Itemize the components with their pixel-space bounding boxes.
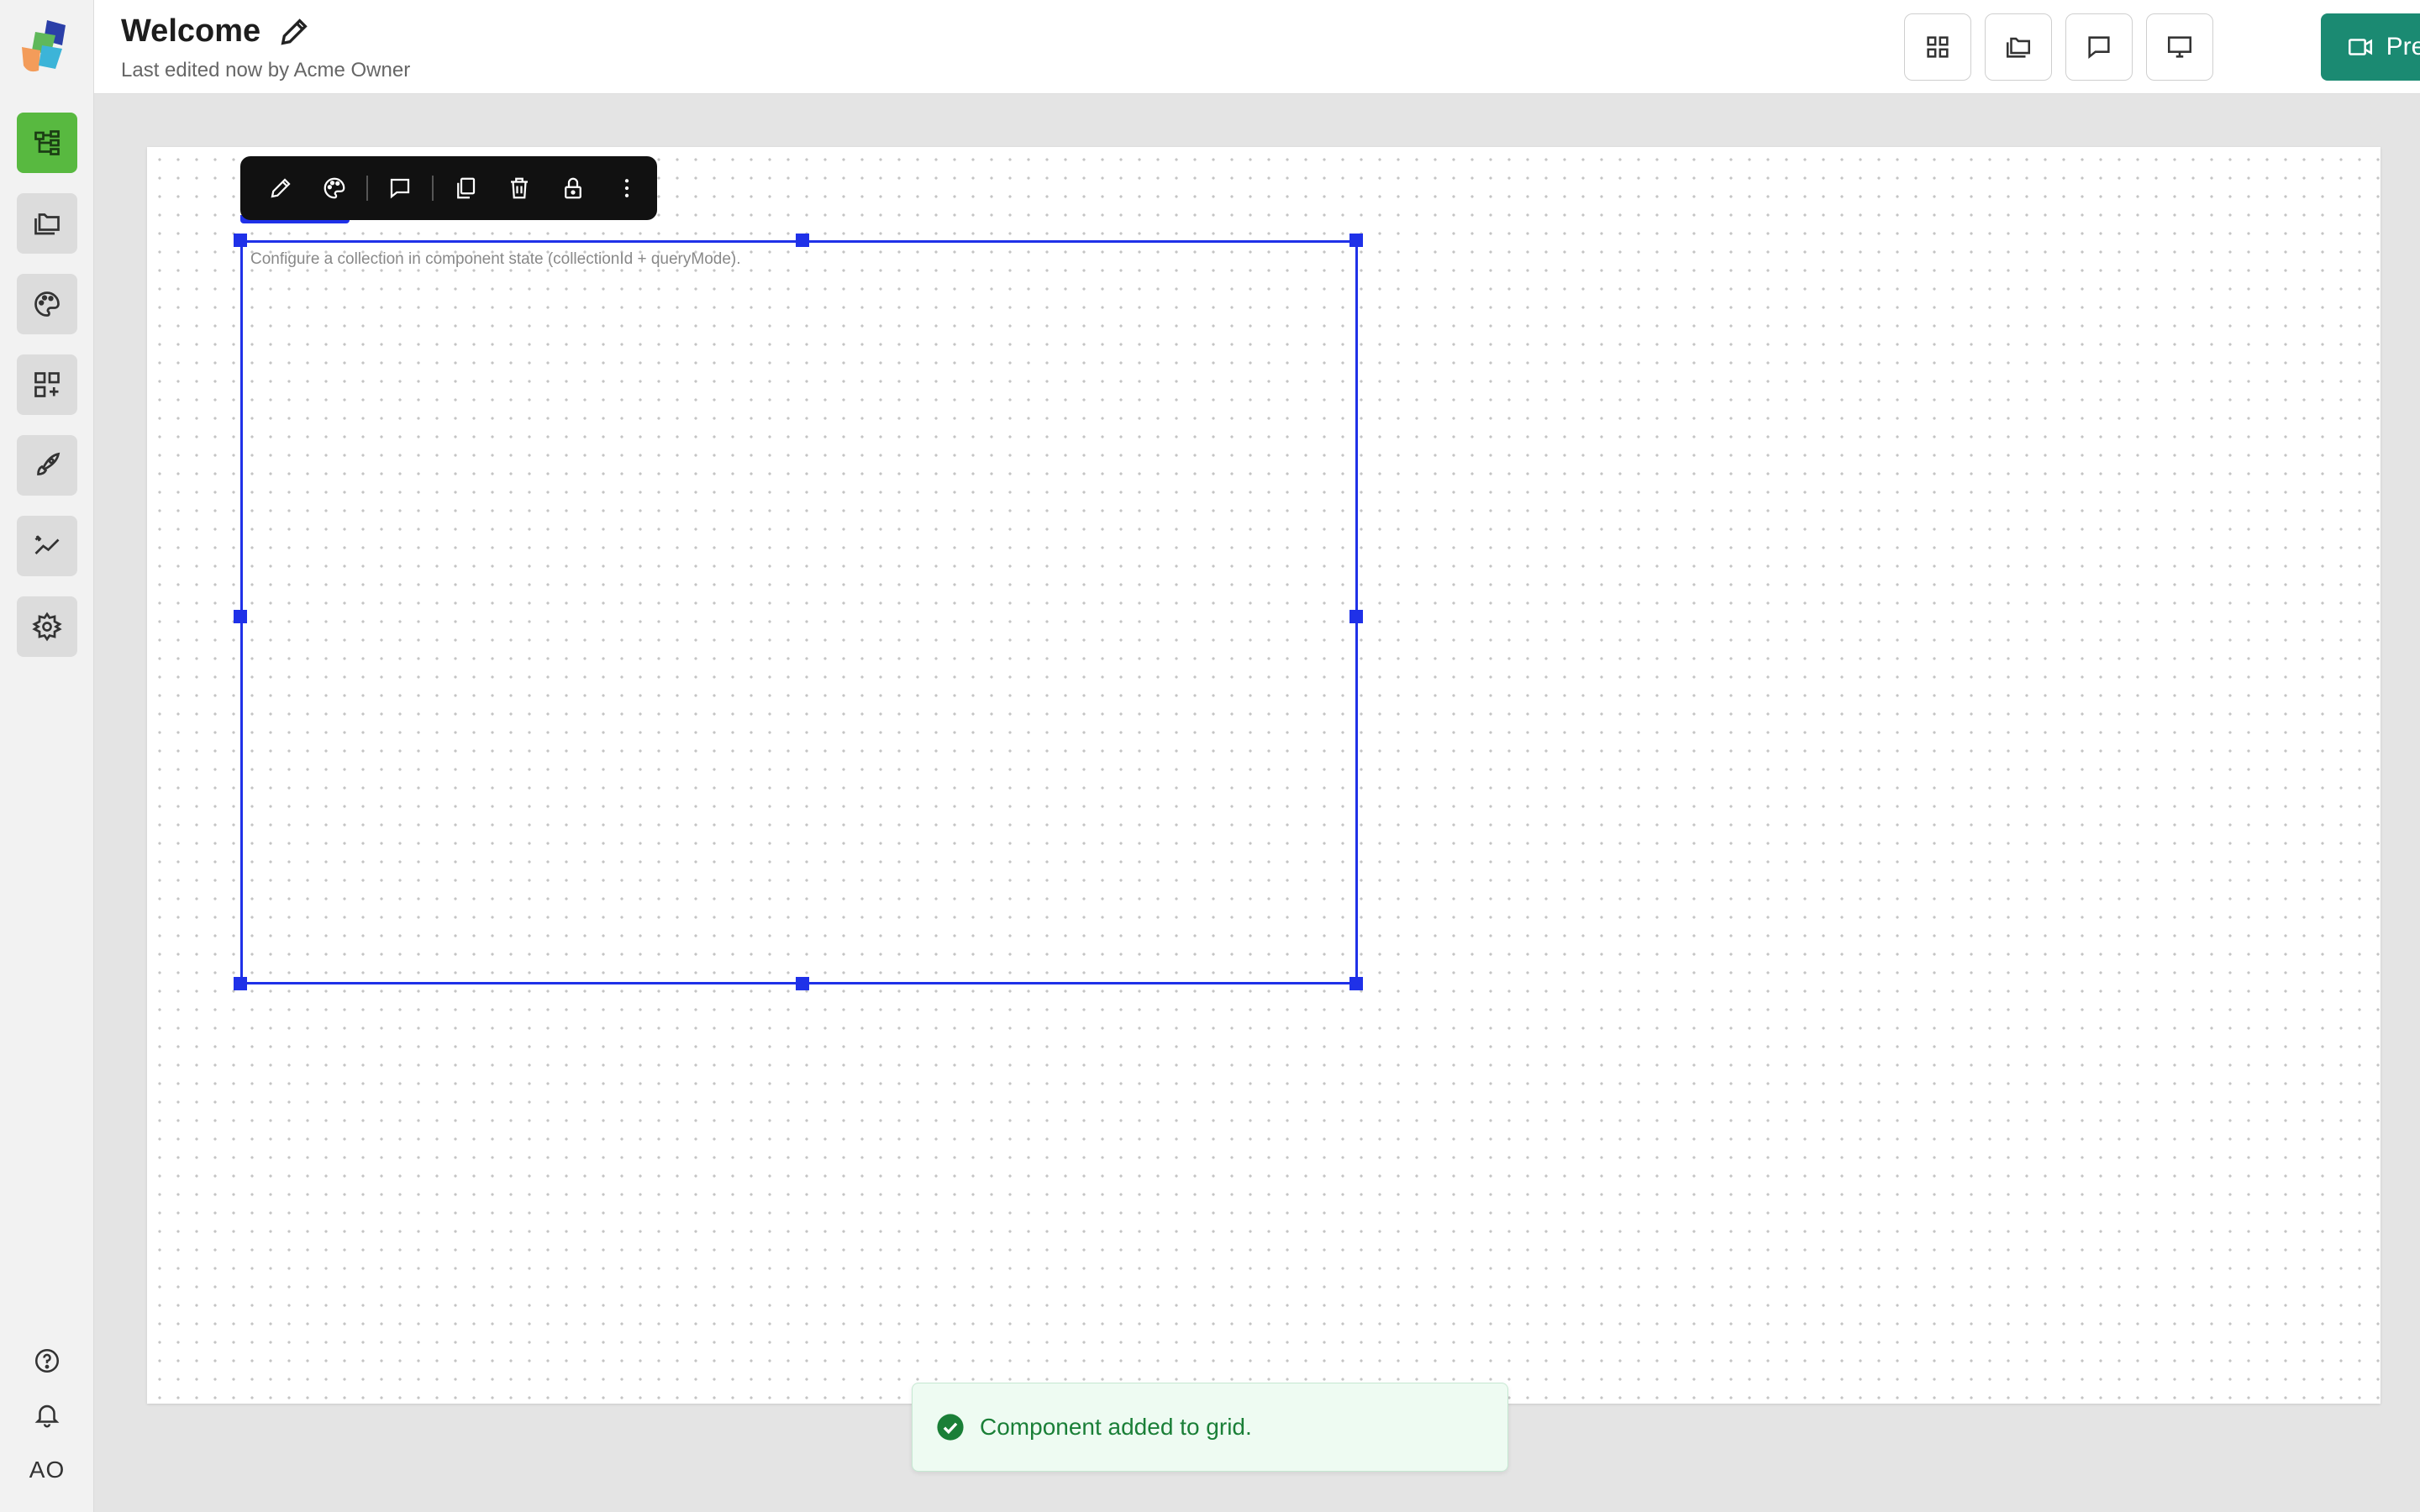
rocket-icon <box>37 452 60 475</box>
style-button[interactable] <box>308 161 361 215</box>
preview-label: Preview <box>2386 33 2420 60</box>
sidebar-item-theme[interactable] <box>17 274 77 334</box>
bell-icon <box>34 1404 60 1428</box>
more-options-button[interactable] <box>600 161 654 215</box>
folders-icon <box>34 213 60 235</box>
monitor-icon <box>2167 36 2192 58</box>
copy-icon <box>457 177 476 199</box>
app-logo-icon[interactable] <box>18 17 74 76</box>
video-camera-icon <box>2348 39 2372 55</box>
add-widget-icon <box>34 372 60 397</box>
settings-icon <box>32 612 62 642</box>
lock-icon <box>565 177 581 199</box>
palette-icon <box>34 291 60 317</box>
help-button[interactable] <box>0 1344 94 1378</box>
resize-handle-bottom-right[interactable] <box>1349 977 1363 990</box>
delete-button[interactable] <box>492 161 546 215</box>
palette-icon <box>324 177 345 199</box>
pencil-icon <box>271 178 291 198</box>
sidebar-item-files[interactable] <box>17 193 77 254</box>
resize-handle-top-right[interactable] <box>1349 234 1363 247</box>
page-title: Welcome <box>121 13 261 49</box>
top-header: Welcome Last edited now by Acme Owner Pr… <box>94 0 2420 94</box>
avatar-initials: AO <box>29 1457 66 1483</box>
sidebar-item-component-tree[interactable] <box>17 113 77 173</box>
comment-icon <box>2088 36 2110 59</box>
resize-handle-bottom-left[interactable] <box>234 977 247 990</box>
resize-handle-top[interactable] <box>796 234 809 247</box>
files-button[interactable] <box>1985 13 2052 81</box>
help-icon <box>34 1348 60 1373</box>
sidebar-item-analytics[interactable] <box>17 516 77 576</box>
check-circle-icon <box>937 1414 964 1441</box>
lock-button[interactable] <box>546 161 600 215</box>
comment-icon <box>390 178 410 199</box>
sidebar-item-settings[interactable] <box>17 596 77 657</box>
edit-button[interactable] <box>254 161 308 215</box>
more-vertical-icon <box>624 179 629 197</box>
toast-message: Component added to grid. <box>980 1414 1252 1440</box>
device-preview-button[interactable] <box>2146 13 2213 81</box>
success-toast: Component added to grid. <box>912 1383 1508 1472</box>
avatar[interactable]: AO <box>0 1452 94 1488</box>
toolbar-divider <box>366 176 368 201</box>
pencil-icon[interactable] <box>277 15 311 49</box>
comment-button[interactable] <box>373 161 427 215</box>
comments-button[interactable] <box>2065 13 2133 81</box>
sidebar-item-publish[interactable] <box>17 435 77 496</box>
folders-icon <box>2006 37 2031 58</box>
left-sidebar: AO <box>0 0 94 1512</box>
resize-handle-top-left[interactable] <box>234 234 247 247</box>
sidebar-item-add-components[interactable] <box>17 354 77 415</box>
duplicate-button[interactable] <box>439 161 492 215</box>
resize-handle-bottom[interactable] <box>796 977 809 990</box>
notifications-button[interactable] <box>0 1398 94 1431</box>
resize-handle-right[interactable] <box>1349 610 1363 623</box>
last-edited-text: Last edited now by Acme Owner <box>121 59 411 81</box>
preview-button[interactable]: Preview <box>2321 13 2420 81</box>
grid-view-button[interactable] <box>1904 13 1971 81</box>
selected-collection-component[interactable] <box>240 240 1358 984</box>
resize-handle-left[interactable] <box>234 610 247 623</box>
component-empty-message: Configure a collection in component stat… <box>250 250 741 268</box>
component-tree-icon <box>34 130 60 155</box>
trash-icon <box>511 177 528 199</box>
component-toolbar <box>240 156 657 220</box>
toolbar-divider <box>432 176 434 201</box>
analytics-icon <box>34 535 60 554</box>
grid-icon <box>1927 36 1949 58</box>
